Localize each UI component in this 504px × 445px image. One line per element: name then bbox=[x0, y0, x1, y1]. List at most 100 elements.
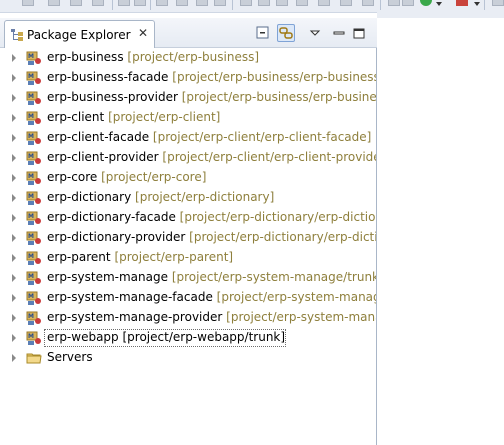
expand-arrow-icon[interactable] bbox=[12, 314, 16, 322]
maven-project-icon: M bbox=[26, 51, 41, 65]
link-with-editor-button[interactable] bbox=[277, 24, 295, 42]
toolbar-button-icon[interactable] bbox=[134, 0, 146, 6]
toolbar-button-icon[interactable] bbox=[258, 0, 270, 6]
expand-arrow-icon[interactable] bbox=[12, 54, 16, 62]
save-icon[interactable] bbox=[48, 0, 60, 6]
maven-project-icon: M bbox=[26, 291, 41, 305]
toolbar-button-icon[interactable] bbox=[240, 0, 252, 6]
project-name: erp-business bbox=[47, 50, 124, 64]
toolbar-button-icon[interactable] bbox=[276, 0, 288, 6]
project-name: erp-core bbox=[47, 170, 98, 184]
maven-project-icon: M bbox=[26, 131, 41, 145]
expand-arrow-icon[interactable] bbox=[12, 354, 16, 362]
tree-item-project[interactable]: M erp-business [project/erp-business] bbox=[0, 48, 376, 68]
svg-text:M: M bbox=[28, 153, 34, 160]
expand-arrow-icon[interactable] bbox=[12, 214, 16, 222]
maven-project-icon: M bbox=[26, 71, 41, 85]
project-path: [project/erp-parent] bbox=[114, 250, 234, 264]
expand-arrow-icon[interactable] bbox=[12, 194, 16, 202]
toolbar-button-icon[interactable] bbox=[388, 0, 400, 6]
expand-arrow-icon[interactable] bbox=[12, 114, 16, 122]
external-tools-dropdown-icon[interactable] bbox=[474, 2, 480, 6]
close-icon[interactable]: ✕ bbox=[136, 26, 150, 40]
toolbar-button-icon[interactable] bbox=[362, 0, 374, 6]
svg-text:M: M bbox=[28, 93, 34, 100]
toolbar-button-icon[interactable] bbox=[318, 0, 330, 6]
tree-item-project-selected[interactable]: M erp-webapp [project/erp-webapp/trunk] bbox=[0, 328, 376, 348]
folder-icon bbox=[26, 353, 42, 364]
expand-arrow-icon[interactable] bbox=[12, 174, 16, 182]
expand-arrow-icon[interactable] bbox=[12, 294, 16, 302]
toolbar-button-icon[interactable] bbox=[196, 0, 208, 6]
expand-arrow-icon[interactable] bbox=[12, 334, 16, 342]
project-path: [project/erp-business] bbox=[127, 50, 260, 64]
tree-item-project[interactable]: M erp-business-provider [project/erp-bus… bbox=[0, 88, 376, 108]
project-path: [project/erp-dictionary] bbox=[135, 190, 275, 204]
project-path: [project/erp-webapp/trunk] bbox=[122, 330, 286, 344]
project-name: erp-dictionary-facade bbox=[47, 210, 176, 224]
expand-arrow-icon[interactable] bbox=[12, 134, 16, 142]
svg-text:M: M bbox=[28, 193, 34, 200]
maven-project-icon: M bbox=[26, 251, 41, 265]
maven-project-icon: M bbox=[26, 271, 41, 285]
svg-text:M: M bbox=[28, 113, 34, 120]
project-name: erp-webapp bbox=[47, 330, 119, 344]
expand-arrow-icon[interactable] bbox=[12, 94, 16, 102]
tree-item-servers[interactable]: Servers bbox=[0, 348, 376, 368]
tree-item-project[interactable]: M erp-system-manage-provider [project/er… bbox=[0, 308, 376, 328]
toolbar-button-icon[interactable] bbox=[492, 0, 504, 6]
run-dropdown-icon[interactable] bbox=[436, 2, 442, 6]
maximize-button[interactable] bbox=[350, 24, 368, 42]
project-path: [project/erp-system-manage bbox=[216, 290, 376, 304]
minimize-icon bbox=[333, 31, 345, 35]
tree-item-project[interactable]: M erp-client [project/erp-client] bbox=[0, 108, 376, 128]
svg-text:M: M bbox=[28, 173, 34, 180]
toolbar-button-icon[interactable] bbox=[22, 0, 34, 6]
project-name: erp-system-manage-provider bbox=[47, 310, 223, 324]
expand-arrow-icon[interactable] bbox=[12, 254, 16, 262]
svg-text:M: M bbox=[28, 333, 34, 340]
project-name: erp-system-manage-facade bbox=[47, 290, 213, 304]
tree-item-project[interactable]: M erp-dictionary-facade [project/erp-dic… bbox=[0, 208, 376, 228]
editor-area bbox=[382, 18, 504, 445]
tree-item-project[interactable]: M erp-dictionary-provider [project/erp-d… bbox=[0, 228, 376, 248]
expand-arrow-icon[interactable] bbox=[12, 274, 16, 282]
package-explorer-view: Package Explorer ✕ M erp-business [proje… bbox=[0, 18, 377, 445]
package-explorer-icon bbox=[11, 29, 23, 41]
expand-arrow-icon[interactable] bbox=[12, 234, 16, 242]
tree-item-project[interactable]: M erp-dictionary [project/erp-dictionary… bbox=[0, 188, 376, 208]
external-tools-icon[interactable] bbox=[456, 0, 468, 6]
run-last-icon[interactable] bbox=[156, 0, 168, 6]
print-icon[interactable] bbox=[92, 0, 104, 6]
toolbar-button-icon[interactable] bbox=[214, 0, 226, 6]
save-all-icon[interactable] bbox=[70, 0, 82, 6]
tree-item-project[interactable]: M erp-system-manage-facade [project/erp-… bbox=[0, 288, 376, 308]
maven-project-icon: M bbox=[26, 311, 41, 325]
tree-item-project[interactable]: M erp-core [project/erp-core] bbox=[0, 168, 376, 188]
project-name: erp-client-facade bbox=[47, 130, 150, 144]
minimize-button[interactable] bbox=[330, 24, 348, 42]
maven-project-icon: M bbox=[26, 231, 41, 245]
toolbar-button-icon[interactable] bbox=[402, 0, 414, 6]
toolbar-button-icon[interactable] bbox=[118, 0, 130, 6]
svg-text:M: M bbox=[28, 53, 34, 60]
tree-item-project[interactable]: M erp-system-manage [project/erp-system-… bbox=[0, 268, 376, 288]
run-icon[interactable] bbox=[420, 0, 432, 6]
tab-package-explorer[interactable]: Package Explorer ✕ bbox=[4, 20, 155, 48]
toolbar-button-icon[interactable] bbox=[296, 0, 308, 6]
toolbar-button-icon[interactable] bbox=[340, 0, 352, 6]
project-path: [project/erp-dictionary/erp-dicti bbox=[189, 230, 376, 244]
tree-item-project[interactable]: M erp-client-provider [project/erp-clien… bbox=[0, 148, 376, 168]
expand-arrow-icon[interactable] bbox=[12, 74, 16, 82]
collapse-all-button[interactable] bbox=[254, 24, 272, 42]
tree-item-project[interactable]: M erp-client-facade [project/erp-client/… bbox=[0, 128, 376, 148]
maven-project-icon: M bbox=[26, 91, 41, 105]
view-menu-button[interactable] bbox=[306, 24, 324, 42]
project-name: erp-system-manage bbox=[47, 270, 168, 284]
svg-text:M: M bbox=[28, 133, 34, 140]
tree-item-project[interactable]: M erp-business-facade [project/erp-busin… bbox=[0, 68, 376, 88]
expand-arrow-icon[interactable] bbox=[12, 154, 16, 162]
project-name: erp-parent bbox=[47, 250, 111, 264]
tree-item-project[interactable]: M erp-parent [project/erp-parent] bbox=[0, 248, 376, 268]
debug-icon[interactable] bbox=[176, 0, 188, 6]
